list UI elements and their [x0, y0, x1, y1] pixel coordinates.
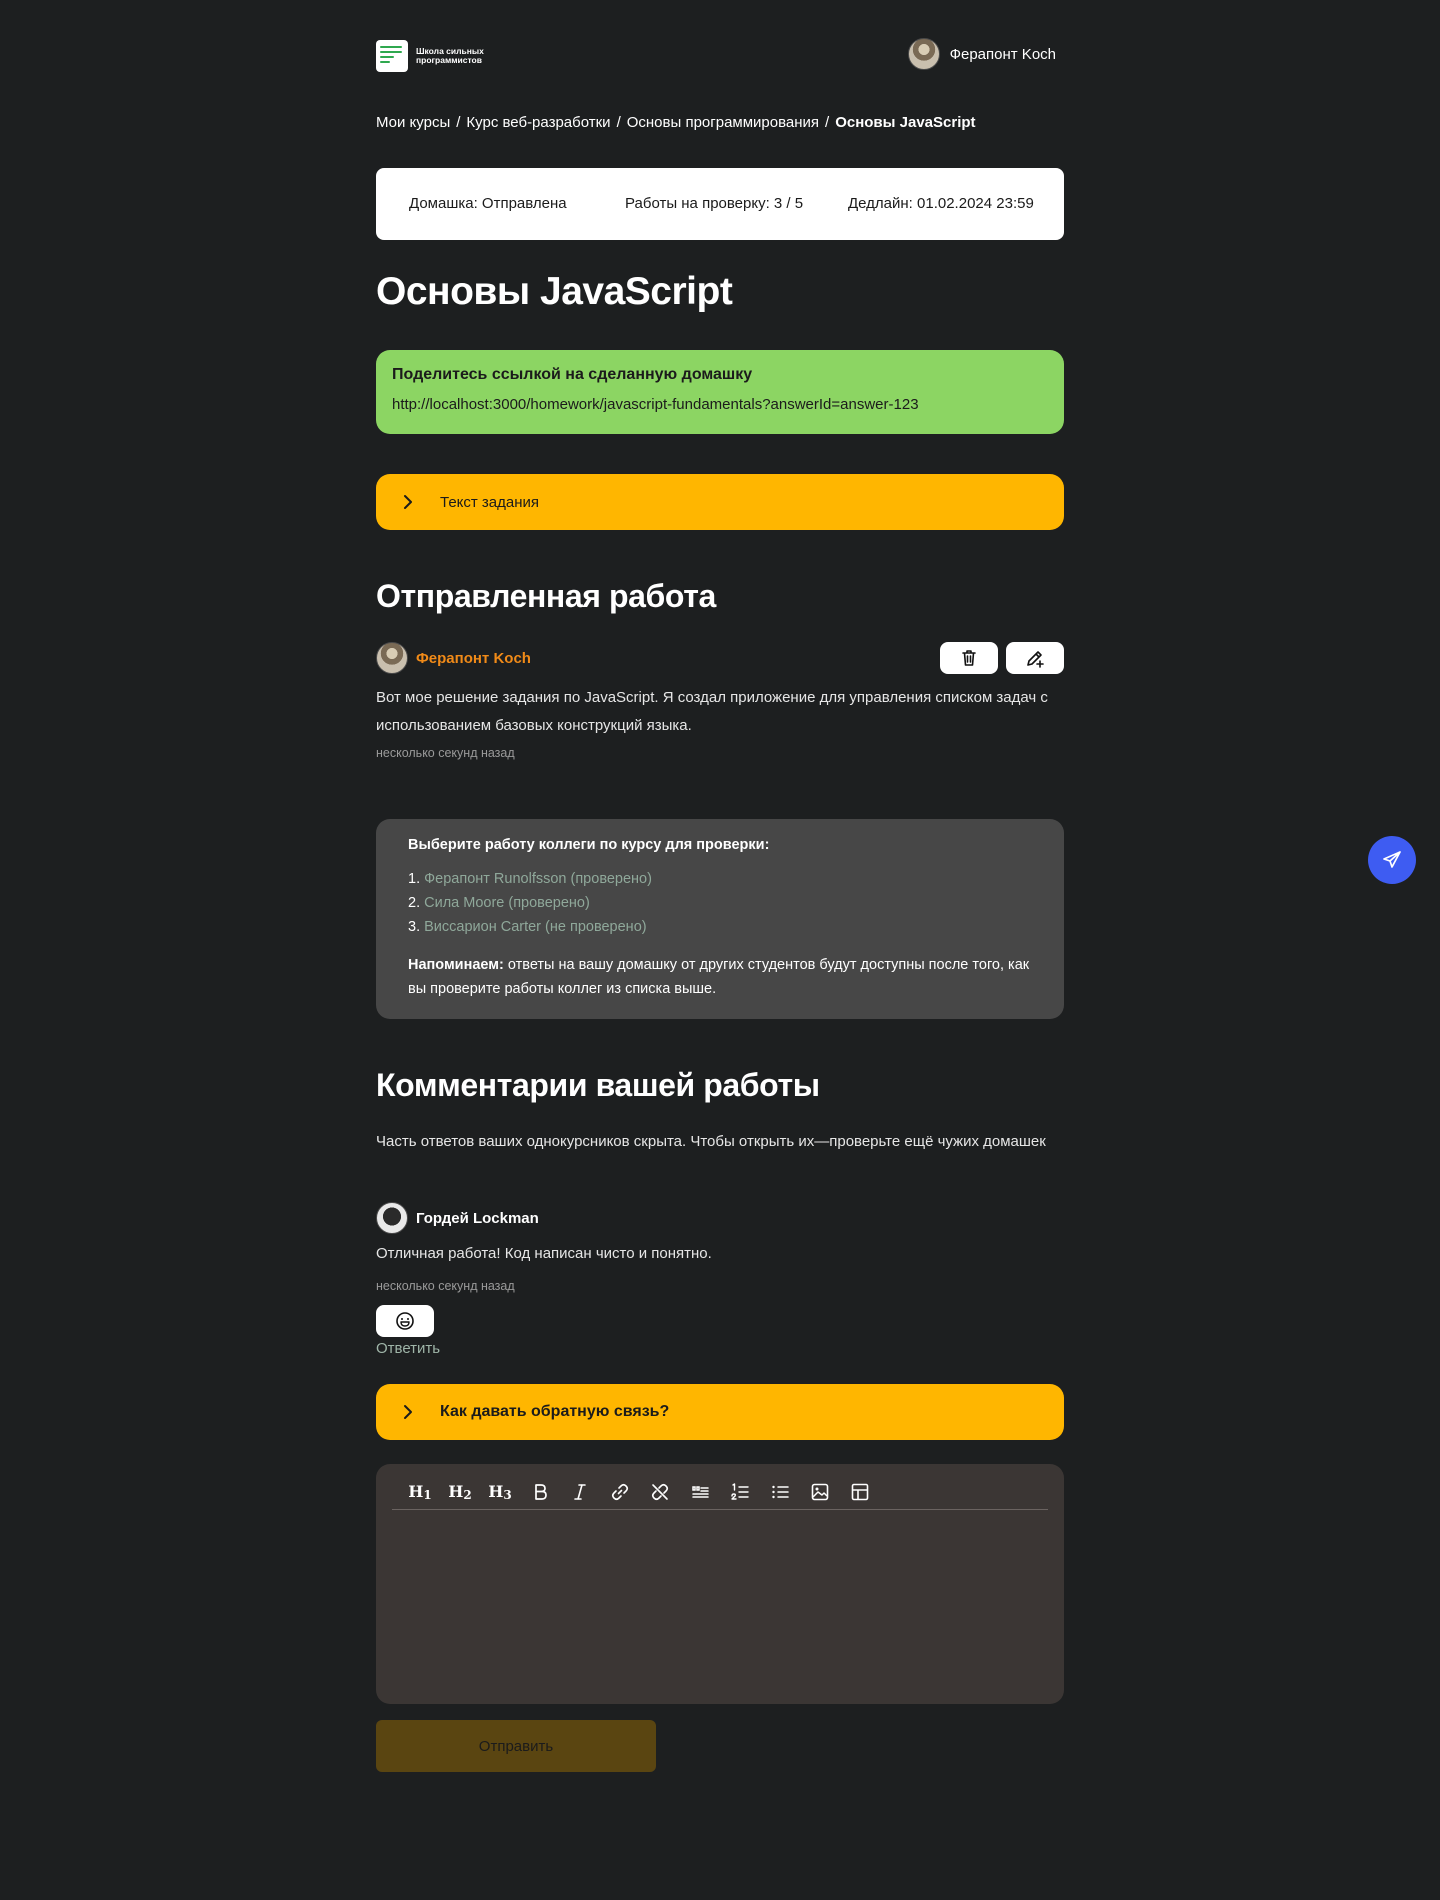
chevron-right-icon — [376, 1404, 440, 1420]
list-item: 2. Сила Moore (проверено) — [408, 895, 590, 911]
reply-link[interactable]: Ответить — [376, 1340, 440, 1357]
task-text-accordion[interactable]: Текст задания — [376, 474, 1064, 530]
unlink-icon[interactable] — [640, 1477, 680, 1507]
link-icon[interactable] — [600, 1477, 640, 1507]
comments-hint: Часть ответов ваших однокурсников скрыта… — [376, 1133, 1046, 1150]
homework-status-bar: Домашка: Отправлена Работы на проверку: … — [376, 168, 1064, 240]
table-icon[interactable] — [840, 1477, 880, 1507]
trash-icon — [962, 650, 976, 666]
blockquote-icon[interactable] — [680, 1477, 720, 1507]
submitted-work-title: Отправленная работа — [376, 578, 716, 614]
edit-pencil-icon — [1027, 651, 1044, 668]
telegram-button[interactable] — [1368, 836, 1416, 884]
share-title: Поделитесь ссылкой на сделанную домашку — [392, 366, 753, 383]
header: Школа сильных программистов Ферапонт Koc… — [376, 38, 1064, 74]
breadcrumb-item-my-courses[interactable]: Мои курсы — [376, 114, 450, 131]
image-icon[interactable] — [800, 1477, 840, 1507]
author-name[interactable]: Ферапонт Koch — [416, 650, 531, 667]
comment-editor: H1 H2 H3 — [376, 1464, 1064, 1704]
avatar — [376, 642, 408, 674]
list-item: 3. Виссарион Carter (не проверено) — [408, 919, 647, 935]
author-name[interactable]: Гордей Lockman — [416, 1210, 539, 1227]
edit-button[interactable] — [1006, 642, 1064, 674]
peer-review-note: Напоминаем: ответы на вашу домашку от др… — [408, 957, 1030, 997]
deadline: Дедлайн: 01.02.2024 23:59 — [848, 195, 1034, 212]
breadcrumb-separator: / — [456, 114, 461, 131]
list-item: 1. Ферапонт Runolfsson (проверено) — [408, 871, 652, 887]
bold-icon[interactable] — [520, 1477, 560, 1507]
delete-button[interactable] — [940, 642, 998, 674]
homework-status: Домашка: Отправлена — [409, 195, 567, 212]
logo-text: Школа сильных программистов — [416, 46, 484, 65]
h1-icon[interactable]: H1 — [400, 1477, 440, 1507]
peer-work-link[interactable]: Ферапонт Runolfsson (проверено) — [424, 871, 652, 887]
editor-toolbar: H1 H2 H3 — [392, 1474, 1048, 1510]
submit-button[interactable]: Отправить — [376, 1720, 656, 1772]
feedback-guide-label: Как давать обратную связь? — [440, 1403, 670, 1420]
avatar — [907, 38, 940, 70]
peer-work-link[interactable]: Сила Moore (проверено) — [424, 895, 590, 911]
task-text-label: Текст задания — [440, 493, 540, 511]
h3-icon[interactable]: H3 — [480, 1477, 520, 1507]
comment-text: Отличная работа! Код написан чисто и пон… — [376, 1245, 712, 1262]
comments-title: Комментарии вашей работы — [376, 1067, 820, 1103]
bullet-list-icon[interactable] — [760, 1477, 800, 1507]
peer-review-box: Выберите работу коллеги по курсу для про… — [376, 819, 1064, 1019]
page-title: Основы JavaScript — [376, 270, 733, 313]
ordered-list-icon[interactable] — [720, 1477, 760, 1507]
comment-textarea[interactable] — [392, 1516, 1048, 1692]
reviews-counter: Работы на проверку: 3 / 5 — [625, 195, 804, 212]
peer-work-link[interactable]: Виссарион Carter (не проверено) — [424, 919, 646, 935]
breadcrumb-current: Основы JavaScript — [835, 114, 976, 131]
breadcrumb-item-module[interactable]: Основы программирования — [627, 114, 819, 131]
breadcrumb: Мои курсы / Курс веб-разработки / Основы… — [376, 114, 976, 131]
user-name: Ферапонт Koch — [949, 45, 1056, 63]
peer-review-list: 1. Ферапонт Runolfsson (проверено) 2. Си… — [408, 867, 1032, 939]
peer-review-title: Выберите работу коллеги по курсу для про… — [408, 837, 770, 853]
logo-icon — [376, 40, 408, 72]
submission-text: Вот мое решение задания по JavaScript. Я… — [376, 689, 1048, 734]
reaction-button[interactable] — [376, 1305, 434, 1337]
breadcrumb-separator: / — [825, 114, 830, 131]
breadcrumb-item-course[interactable]: Курс веб-разработки — [466, 114, 610, 131]
submission-timestamp: несколько секунд назад — [376, 746, 515, 760]
logo[interactable]: Школа сильных программистов — [376, 40, 506, 72]
feedback-guide-accordion[interactable]: Как давать обратную связь? — [376, 1384, 1064, 1440]
comment-timestamp: несколько секунд назад — [376, 1279, 515, 1293]
breadcrumb-separator: / — [616, 114, 621, 131]
avatar — [376, 1202, 408, 1234]
chevron-right-icon — [376, 494, 440, 510]
smile-icon — [396, 1312, 414, 1330]
h2-icon[interactable]: H2 — [440, 1477, 480, 1507]
italic-icon[interactable] — [560, 1477, 600, 1507]
submission-author: Ферапонт Koch — [376, 642, 531, 674]
send-icon — [1383, 851, 1401, 868]
user-menu[interactable]: Ферапонт Koch — [907, 38, 1056, 70]
comment-author: Гордей Lockman — [376, 1202, 539, 1234]
share-link[interactable]: http://localhost:3000/homework/javascrip… — [392, 396, 1048, 413]
share-link-card: Поделитесь ссылкой на сделанную домашку … — [376, 350, 1064, 434]
